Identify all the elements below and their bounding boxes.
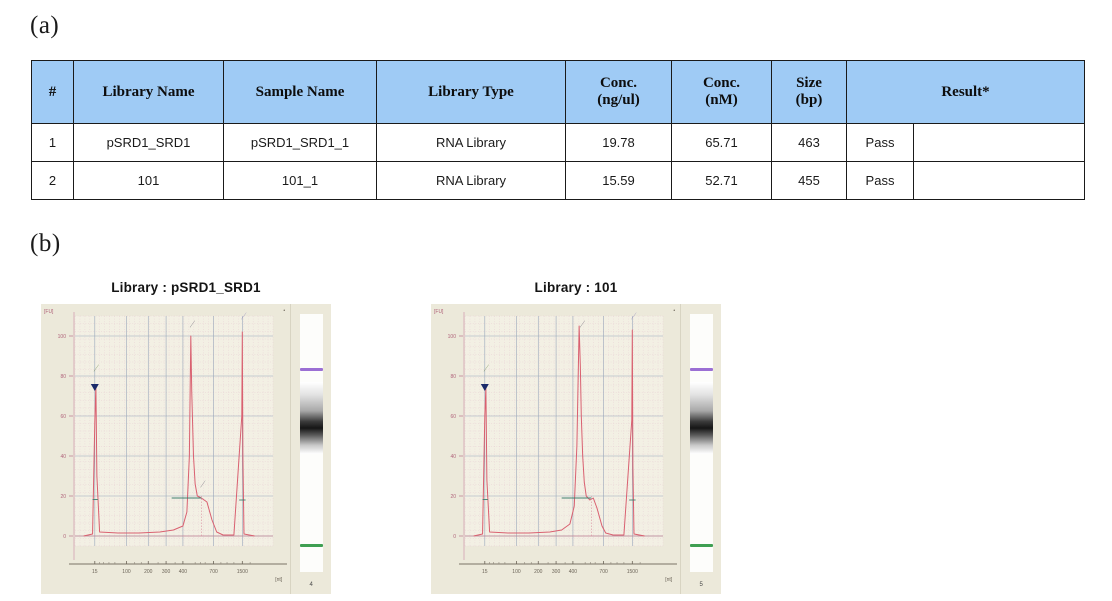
svg-text:300: 300	[552, 569, 561, 575]
gel-lane-number: 4	[309, 582, 313, 588]
column-header-library-name: Library Name	[73, 60, 224, 124]
svg-text:60: 60	[450, 414, 456, 420]
svg-text:1500: 1500	[627, 569, 638, 575]
svg-text:1500: 1500	[237, 569, 248, 575]
svg-text:80: 80	[450, 374, 456, 380]
cell-result-note	[913, 161, 1085, 200]
gel-lane-panel: 5	[680, 304, 721, 594]
svg-text:700: 700	[209, 569, 218, 575]
column-header-result: Result*	[846, 60, 1085, 124]
svg-text:200: 200	[534, 569, 543, 575]
svg-text:300: 300	[162, 569, 171, 575]
size-line1: Size	[796, 75, 822, 92]
gel-upper-marker-band	[690, 368, 714, 371]
svg-text:20: 20	[450, 494, 456, 500]
trace-panel: [FU] • 100 80 60 40 20 0 15 100 200 300 400 700 1500…	[41, 304, 291, 594]
column-header-conc-ngul: Conc. (ng/ul)	[565, 60, 672, 124]
conc-nm-line2: (nM)	[705, 92, 738, 108]
library-qc-table: # Library Name Sample Name Library Type …	[31, 60, 1085, 200]
chart-title: Library : pSRD1_SRD1	[111, 280, 261, 295]
x-axis-unit-label: [nt]	[665, 577, 673, 583]
trace-plot: 10080604020015 100 200 300 400 700 1500——————	[448, 310, 677, 575]
svg-text:0: 0	[453, 534, 456, 540]
svg-text:15: 15	[482, 569, 488, 575]
gel-smear-band	[690, 382, 714, 454]
gel-lane-number: 5	[699, 582, 703, 588]
column-header-number: #	[31, 60, 74, 124]
electropherogram-1: Library : 101 [FU] • 100 80 60 40 20 0 15 100 20…	[431, 280, 731, 596]
panel-label-a: (a)	[30, 12, 60, 39]
gel-lower-marker-band	[690, 544, 714, 547]
gel-upper-marker-band	[300, 368, 324, 371]
gel-smear-band	[300, 382, 324, 454]
conc-ngul-line2: (ng/ul)	[597, 92, 640, 108]
electropherogram-panel: Library : pSRD1_SRD1 [FU] • 100 80 60 40 20 0…	[15, 280, 1097, 596]
gel-lower-marker-band	[300, 544, 324, 547]
svg-text:400: 400	[569, 569, 578, 575]
gel-lane-panel: 4	[290, 304, 331, 594]
cell-library-type: RNA Library	[376, 161, 566, 200]
library-qc-table-container: # Library Name Sample Name Library Type …	[31, 60, 1085, 200]
svg-text:0: 0	[63, 534, 66, 540]
svg-text:100: 100	[58, 334, 67, 340]
x-axis-unit-label: [nt]	[275, 577, 283, 583]
cell-size-bp: 455	[771, 161, 847, 200]
cell-conc-nm: 52.71	[671, 161, 772, 200]
table-row: 1 pSRD1_SRD1 pSRD1_SRD1_1 RNA Library 19…	[31, 123, 1085, 162]
size-line2: (bp)	[795, 92, 823, 108]
trace-panel: [FU] • 100 80 60 40 20 0 15 100 200 300 400 700 1500…	[431, 304, 681, 594]
cell-result-status: Pass	[846, 161, 914, 200]
cell-number: 2	[31, 161, 74, 200]
svg-text:40: 40	[450, 454, 456, 460]
cell-library-name: pSRD1_SRD1	[73, 123, 224, 162]
chart-title: Library : 101	[534, 280, 618, 295]
svg-text:700: 700	[599, 569, 608, 575]
table-header-row: # Library Name Sample Name Library Type …	[31, 60, 1085, 124]
trace-plot: 10080604020015 100 200 300 400 700 1500———————…	[58, 310, 287, 575]
cell-sample-name: pSRD1_SRD1_1	[223, 123, 377, 162]
cell-library-type: RNA Library	[376, 123, 566, 162]
svg-text:40: 40	[60, 454, 66, 460]
cell-conc-nm: 65.71	[671, 123, 772, 162]
svg-text:100: 100	[122, 569, 131, 575]
column-header-library-type: Library Type	[376, 60, 566, 124]
cell-library-name: 101	[73, 161, 224, 200]
svg-text:100: 100	[512, 569, 521, 575]
cell-conc-ngul: 15.59	[565, 161, 672, 200]
cell-result-note	[913, 123, 1085, 162]
svg-text:100: 100	[448, 334, 457, 340]
cell-conc-ngul: 19.78	[565, 123, 672, 162]
svg-text:200: 200	[144, 569, 153, 575]
svg-text:15: 15	[92, 569, 98, 575]
cell-number: 1	[31, 123, 74, 162]
cell-sample-name: 101_1	[223, 161, 377, 200]
column-header-size-bp: Size (bp)	[771, 60, 847, 124]
table-row: 2 101 101_1 RNA Library 15.59 52.71 455 …	[31, 161, 1085, 200]
conc-ngul-line1: Conc.	[599, 75, 638, 92]
conc-nm-line1: Conc.	[702, 75, 741, 92]
electropherogram-0: Library : pSRD1_SRD1 [FU] • 100 80 60 40 20 0…	[41, 280, 341, 596]
svg-text:20: 20	[60, 494, 66, 500]
cell-size-bp: 463	[771, 123, 847, 162]
bioanalyzer-window: [FU] • 100 80 60 40 20 0 15 100 200 300 400 700 1500…	[431, 304, 721, 594]
column-header-sample-name: Sample Name	[223, 60, 377, 124]
column-header-conc-nm: Conc. (nM)	[671, 60, 772, 124]
svg-text:400: 400	[179, 569, 188, 575]
panel-label-b: (b)	[30, 230, 61, 257]
cell-result-status: Pass	[846, 123, 914, 162]
bioanalyzer-window: [FU] • 100 80 60 40 20 0 15 100 200 300 400 700 1500…	[41, 304, 331, 594]
svg-text:80: 80	[60, 374, 66, 380]
svg-text:60: 60	[60, 414, 66, 420]
